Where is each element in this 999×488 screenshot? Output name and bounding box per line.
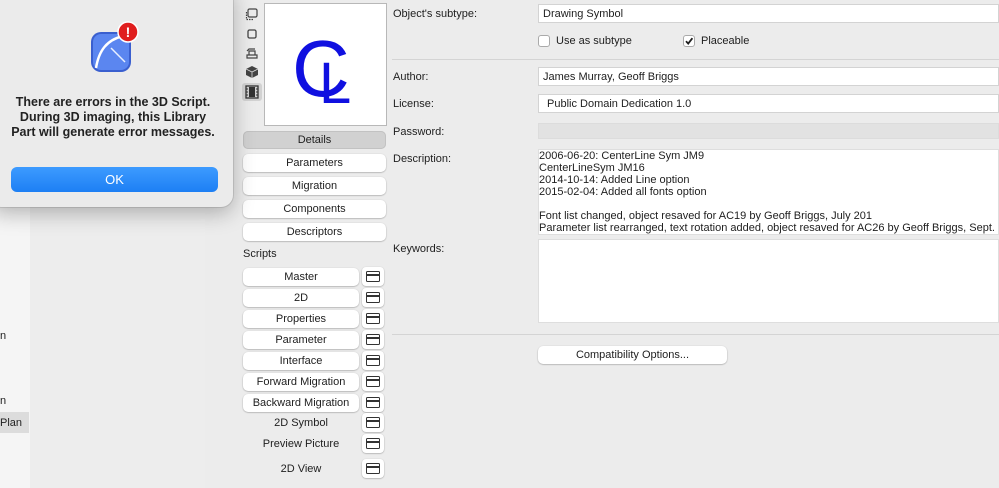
sidebar-item-text[interactable]: Plan [0,417,22,429]
tab-components[interactable]: Components [243,200,386,218]
tab-parameters[interactable]: Parameters [243,154,386,172]
script-parameter-button[interactable]: Parameter [243,331,359,349]
sidebar-item-text[interactable]: n [0,395,6,407]
author-field[interactable]: James Murray, Geoff Briggs [538,67,999,86]
subtype-label: Object's subtype: [393,8,478,20]
stamp-icon[interactable] [245,46,259,60]
window-icon[interactable] [362,459,384,478]
use-as-subtype-checkbox[interactable] [538,35,550,47]
script-2d-symbol-button[interactable]: 2D Symbol [243,414,359,432]
error-badge-icon: ! [117,21,139,43]
subtype-field[interactable]: Drawing Symbol [538,4,999,23]
use-as-subtype-label[interactable]: Use as subtype [556,35,632,47]
error-message: There are errors in the 3D Script. Durin… [11,95,215,139]
cube-icon[interactable] [245,65,259,79]
square-icon[interactable] [245,27,259,41]
keywords-label: Keywords: [393,243,445,255]
checkmark-icon [685,37,694,45]
window-icon[interactable] [362,267,384,286]
script-forward-migration-button[interactable]: Forward Migration [243,373,359,391]
keywords-textarea[interactable] [538,239,999,323]
window-icon[interactable] [362,393,384,412]
tab-descriptors[interactable]: Descriptors [243,223,386,241]
svg-text:L: L [319,51,351,116]
script-master-button[interactable]: Master [243,268,359,286]
window-icon[interactable] [362,330,384,349]
license-label: License: [393,98,434,110]
script-interface-button[interactable]: Interface [243,352,359,370]
window-icon[interactable] [362,351,384,370]
description-textarea[interactable]: 2006-06-20: CenterLine Sym JM9 CenterLin… [538,149,999,235]
placeable-checkbox[interactable] [683,35,695,47]
film-icon[interactable] [245,85,259,99]
copy-icon[interactable] [245,8,259,22]
tab-migration[interactable]: Migration [243,177,386,195]
error-alert-dialog: ! There are errors in the 3D Script. Dur… [0,0,233,207]
divider [392,59,999,60]
centerline-logo: C L [292,24,351,116]
window-icon[interactable] [362,288,384,307]
ok-button[interactable]: OK [11,167,218,192]
scripts-heading: Scripts [243,248,277,260]
description-label: Description: [393,153,452,165]
preview-picture: C L [264,3,387,126]
password-field [538,123,999,139]
script-backward-migration-button[interactable]: Backward Migration [243,394,359,412]
license-select[interactable]: Public Domain Dedication 1.0 [538,94,999,113]
window-icon[interactable] [362,413,384,432]
divider [392,334,999,335]
script-2d-button[interactable]: 2D [243,289,359,307]
script-preview-picture-button[interactable]: Preview Picture [243,435,359,453]
placeable-label[interactable]: Placeable [701,35,749,47]
script-2d-view-button[interactable]: 2D View [243,460,359,478]
sidebar-item-text[interactable]: n [0,330,6,342]
password-label: Password: [393,126,445,138]
author-label: Author: [393,71,429,83]
script-properties-button[interactable]: Properties [243,310,359,328]
svg-text:!: ! [126,24,131,40]
compatibility-options-button[interactable]: Compatibility Options... [538,346,727,364]
tab-details[interactable]: Details [243,131,386,149]
window-icon[interactable] [362,434,384,453]
window-icon[interactable] [362,372,384,391]
window-icon[interactable] [362,309,384,328]
